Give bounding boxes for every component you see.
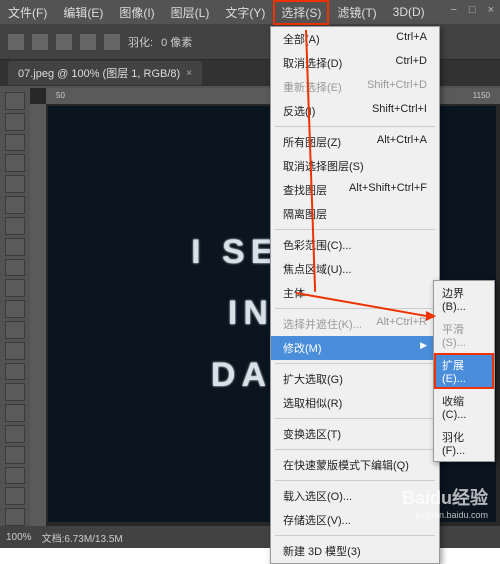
- menu-separator: [275, 308, 435, 309]
- menu-item-isolate-layers[interactable]: 隔离图层: [271, 202, 439, 226]
- shape-tool-icon[interactable]: [5, 467, 25, 485]
- menu-separator: [275, 229, 435, 230]
- menu-layer[interactable]: 图层(L): [163, 0, 218, 25]
- watermark: Baidu经验 jingyan.baidu.com: [402, 484, 488, 520]
- feather-label: 羽化:: [128, 34, 153, 50]
- zoom-level[interactable]: 100%: [6, 532, 32, 543]
- menu-item-select-mask: 选择并遮住(K)...Alt+Ctrl+R: [271, 312, 439, 336]
- menu-item-deselect[interactable]: 取消选择(D)Ctrl+D: [271, 51, 439, 75]
- menu-item-find-layers[interactable]: 查找图层Alt+Shift+Ctrl+F: [271, 178, 439, 202]
- menu-select[interactable]: 选择(S): [273, 0, 329, 25]
- menubar: 文件(F) 编辑(E) 图像(I) 图层(L) 文字(Y) 选择(S) 滤镜(T…: [0, 0, 500, 24]
- tab-close-icon[interactable]: ×: [186, 68, 192, 79]
- annotation-arrow-icon: [426, 311, 436, 321]
- tab-title: 07.jpeg @ 100% (图层 1, RGB/8): [18, 65, 180, 81]
- watermark-url: jingyan.baidu.com: [402, 510, 488, 520]
- submenu-item-contract[interactable]: 收缩(C)...: [434, 389, 494, 425]
- menu-type[interactable]: 文字(Y): [217, 0, 273, 25]
- submenu-item-feather[interactable]: 羽化(F)...: [434, 425, 494, 461]
- stamp-tool-icon[interactable]: [5, 279, 25, 297]
- menu-edit[interactable]: 编辑(E): [55, 0, 111, 25]
- type-tool-icon[interactable]: [5, 425, 25, 443]
- menu-3d[interactable]: 3D(D): [385, 1, 433, 23]
- watermark-brand: Baidu经验: [402, 484, 488, 510]
- menu-file[interactable]: 文件(F): [0, 0, 55, 25]
- marquee-tool-icon[interactable]: [5, 113, 25, 131]
- window-controls: − □ ×: [450, 4, 494, 16]
- document-tab[interactable]: 07.jpeg @ 100% (图层 1, RGB/8) ×: [8, 61, 202, 85]
- path-tool-icon[interactable]: [5, 446, 25, 464]
- submenu-item-smooth: 平滑(S)...: [434, 317, 494, 353]
- menu-separator: [275, 449, 435, 450]
- menu-item-all[interactable]: 全部(A)Ctrl+A: [271, 27, 439, 51]
- menu-item-grow[interactable]: 扩大选取(G): [271, 367, 439, 391]
- gradient-tool-icon[interactable]: [5, 342, 25, 360]
- submenu-item-expand[interactable]: 扩展(E)...: [434, 353, 494, 389]
- dodge-tool-icon[interactable]: [5, 383, 25, 401]
- submenu-item-border[interactable]: 边界(B)...: [434, 281, 494, 317]
- menu-item-all-layers[interactable]: 所有图层(Z)Alt+Ctrl+A: [271, 130, 439, 154]
- move-tool-icon[interactable]: [5, 92, 25, 110]
- modify-submenu: 边界(B)... 平滑(S)... 扩展(E)... 收缩(C)... 羽化(F…: [433, 280, 495, 462]
- feather-value[interactable]: 0 像素: [161, 34, 192, 50]
- history-brush-tool-icon[interactable]: [5, 300, 25, 318]
- brush-tool-icon[interactable]: [5, 259, 25, 277]
- ruler-tick: 50: [56, 91, 65, 100]
- hand-tool-icon[interactable]: [5, 487, 25, 505]
- app-window: 文件(F) 编辑(E) 图像(I) 图层(L) 文字(Y) 选择(S) 滤镜(T…: [0, 0, 500, 548]
- menu-item-reselect: 重新选择(E)Shift+Ctrl+D: [271, 75, 439, 99]
- menu-image[interactable]: 图像(I): [111, 0, 162, 25]
- tools-panel: [0, 88, 30, 526]
- maximize-button[interactable]: □: [469, 4, 476, 16]
- menu-item-new-3d[interactable]: 新建 3D 模型(3): [271, 539, 439, 563]
- menu-item-color-range[interactable]: 色彩范围(C)...: [271, 233, 439, 257]
- ruler-tick: 1150: [473, 91, 490, 100]
- eyedropper-tool-icon[interactable]: [5, 217, 25, 235]
- ruler-vertical: [30, 104, 46, 526]
- menu-separator: [275, 535, 435, 536]
- minimize-button[interactable]: −: [450, 4, 456, 16]
- selection-new-icon[interactable]: [32, 34, 48, 50]
- menu-separator: [275, 126, 435, 127]
- frame-tool-icon[interactable]: [5, 196, 25, 214]
- selection-subtract-icon[interactable]: [80, 34, 96, 50]
- menu-item-inverse[interactable]: 反选(I)Shift+Ctrl+I: [271, 99, 439, 123]
- close-button[interactable]: ×: [488, 4, 494, 16]
- lasso-tool-icon[interactable]: [5, 134, 25, 152]
- menu-separator: [275, 363, 435, 364]
- zoom-tool-icon[interactable]: [5, 508, 25, 526]
- eraser-tool-icon[interactable]: [5, 321, 25, 339]
- menu-item-similar[interactable]: 选取相似(R): [271, 391, 439, 415]
- selection-add-icon[interactable]: [56, 34, 72, 50]
- menu-item-deselect-layers[interactable]: 取消选择图层(S): [271, 154, 439, 178]
- wand-tool-icon[interactable]: [5, 154, 25, 172]
- menu-item-focus-area[interactable]: 焦点区域(U)...: [271, 257, 439, 281]
- menu-item-modify[interactable]: 修改(M)▶: [271, 336, 439, 360]
- tool-preset-icon[interactable]: [8, 34, 24, 50]
- crop-tool-icon[interactable]: [5, 175, 25, 193]
- doc-size: 文档:6.73M/13.5M: [42, 530, 123, 545]
- submenu-arrow-icon: ▶: [420, 340, 427, 356]
- menu-separator: [275, 480, 435, 481]
- selection-intersect-icon[interactable]: [104, 34, 120, 50]
- menu-item-transform-selection[interactable]: 变换选区(T): [271, 422, 439, 446]
- menu-item-quick-mask[interactable]: 在快速蒙版模式下编辑(Q): [271, 453, 439, 477]
- blur-tool-icon[interactable]: [5, 363, 25, 381]
- pen-tool-icon[interactable]: [5, 404, 25, 422]
- menu-separator: [275, 418, 435, 419]
- menu-filter[interactable]: 滤镜(T): [329, 0, 384, 25]
- heal-tool-icon[interactable]: [5, 238, 25, 256]
